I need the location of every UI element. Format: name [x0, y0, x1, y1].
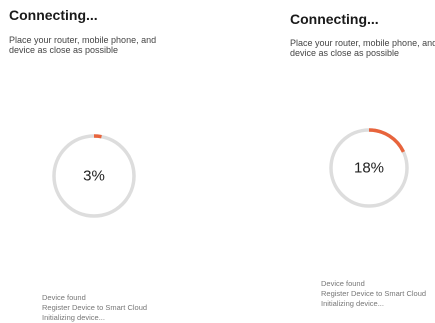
- status-line: Register Device to Smart Cloud: [321, 289, 427, 298]
- instruction-line-2: device as close as possible: [9, 45, 119, 55]
- progress-percent: 18%: [353, 159, 385, 177]
- progress-percent: 3%: [83, 167, 105, 185]
- connecting-screen-right: Connecting... Place your router, mobile …: [218, 0, 435, 322]
- instruction-line-1: Place your router, mobile phone, and: [290, 38, 435, 48]
- status-log: Device found Register Device to Smart Cl…: [321, 279, 426, 309]
- connecting-screen-left: Connecting... Place your router, mobile …: [0, 0, 218, 322]
- page-title: Connecting...: [290, 11, 379, 27]
- status-line: Device found: [42, 293, 86, 302]
- instruction-text: Place your router, mobile phone, and dev…: [290, 38, 435, 58]
- status-line: Register Device to Smart Cloud: [42, 303, 148, 312]
- instruction-text: Place your router, mobile phone, and dev…: [9, 35, 199, 55]
- instruction-line-2: device as close as possible: [290, 48, 400, 58]
- page-title: Connecting...: [9, 7, 98, 23]
- status-line: Device found: [321, 279, 365, 288]
- progress-ring: 3%: [51, 133, 137, 219]
- status-line: Initializing device...: [321, 299, 384, 308]
- instruction-line-1: Place your router, mobile phone, and: [9, 35, 157, 45]
- progress-ring: 18%: [328, 127, 410, 209]
- status-log: Device found Register Device to Smart Cl…: [42, 293, 147, 323]
